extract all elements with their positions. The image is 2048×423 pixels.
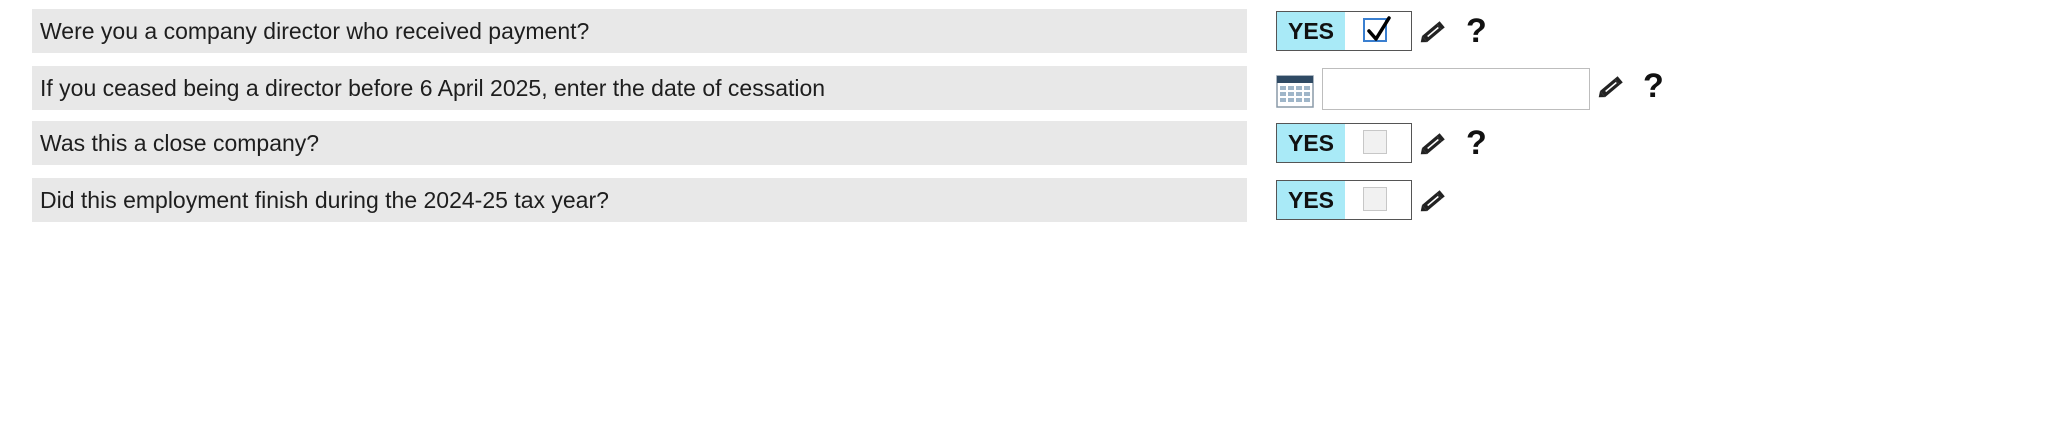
pencil-icon[interactable] [1418, 17, 1448, 47]
cessation-date-input[interactable] [1322, 68, 1590, 110]
help-icon[interactable]: ? [1643, 64, 1664, 108]
question-label: Was this a close company? [32, 121, 1247, 165]
help-icon[interactable]: ? [1466, 9, 1487, 53]
pencil-icon[interactable] [1418, 129, 1448, 159]
question-row-employment-finish: Did this employment finish during the 20… [0, 178, 1700, 224]
yes-toggle[interactable]: YES [1276, 11, 1412, 51]
director-questions-form: Were you a company director who received… [0, 0, 2048, 423]
help-icon[interactable]: ? [1466, 121, 1487, 165]
checkmark-icon [1367, 16, 1391, 41]
pencil-icon[interactable] [1596, 72, 1626, 102]
yes-checkbox[interactable] [1363, 187, 1387, 211]
calendar-icon[interactable] [1276, 74, 1314, 108]
yes-label: YES [1277, 12, 1345, 50]
yes-label: YES [1277, 181, 1345, 219]
yes-label: YES [1277, 124, 1345, 162]
question-row-cessation-date: If you ceased being a director before 6 … [0, 66, 1700, 112]
yes-checkbox[interactable] [1363, 130, 1387, 154]
question-row-director: Were you a company director who received… [0, 9, 1700, 55]
yes-toggle[interactable]: YES [1276, 123, 1412, 163]
yes-toggle[interactable]: YES [1276, 180, 1412, 220]
yes-checkbox[interactable] [1363, 16, 1391, 42]
question-label: If you ceased being a director before 6 … [32, 66, 1247, 110]
question-label: Were you a company director who received… [32, 9, 1247, 53]
question-row-close-company: Was this a close company? YES ? [0, 121, 1700, 167]
pencil-icon[interactable] [1418, 186, 1448, 216]
question-label: Did this employment finish during the 20… [32, 178, 1247, 222]
